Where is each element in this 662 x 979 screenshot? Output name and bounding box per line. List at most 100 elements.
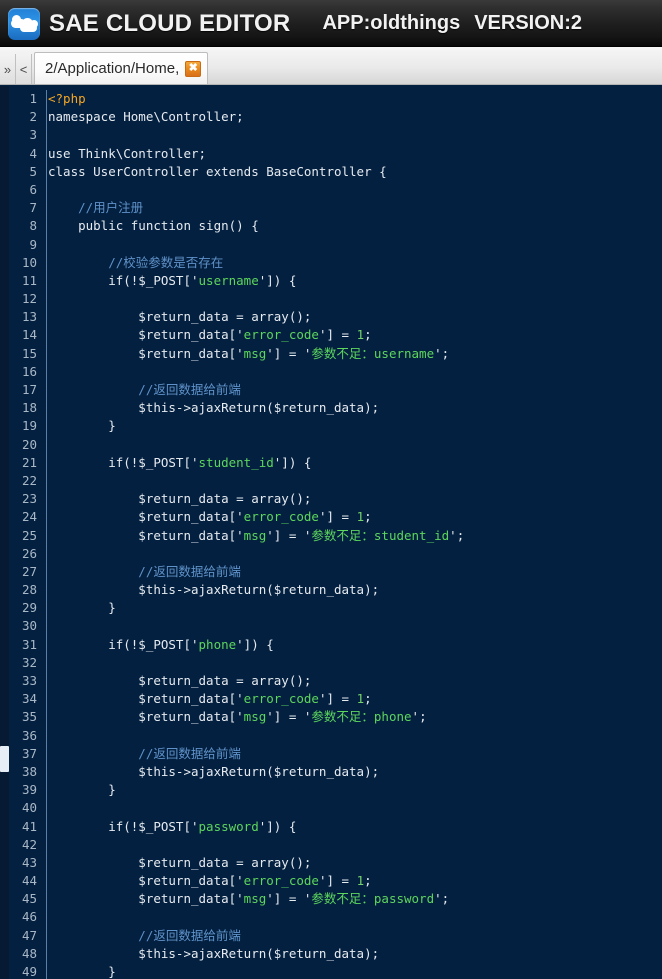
code-line[interactable]: 2 namespace Home\Controller;	[9, 108, 662, 126]
code-line[interactable]: 19 }	[9, 417, 662, 435]
tab-application-home[interactable]: 2/Application/Home, ✖	[34, 52, 209, 84]
line-number: 27	[21, 563, 37, 579]
code-token-str: 参数不足：student_id	[311, 527, 450, 543]
code-line[interactable]: 6	[9, 181, 662, 199]
line-number: 15	[21, 345, 37, 361]
app-title: SAE CLOUD EDITOR	[49, 9, 291, 37]
code-line-text: //校验参数是否存在	[42, 254, 223, 272]
line-number: 21	[21, 454, 37, 470]
code-line[interactable]: 40	[9, 799, 662, 817]
code-token-str: msg	[243, 527, 267, 543]
code-line[interactable]: 39 }	[9, 781, 662, 799]
code-line[interactable]: 9	[9, 236, 662, 254]
code-line[interactable]: 13 $return_data = array();	[9, 308, 662, 326]
code-token-plain: $return_data = array();	[48, 673, 312, 688]
code-token-com: //返回数据给前端	[48, 382, 241, 397]
line-number: 20	[21, 436, 37, 452]
code-line[interactable]: 20	[9, 436, 662, 454]
code-editor[interactable]: 1 <?php 2 namespace Home\Controller; 3 4 use T…	[0, 86, 662, 979]
code-token-str: msg	[243, 891, 267, 907]
line-number: 18	[21, 400, 37, 416]
code-line[interactable]: 25 $return_data['msg'] = '参数不足：student_i…	[9, 527, 662, 545]
code-token-str: error_code	[243, 691, 319, 707]
line-number: 25	[21, 527, 37, 543]
code-line[interactable]: 36	[9, 727, 662, 745]
code-token-plain: ';	[449, 527, 465, 543]
code-line[interactable]: 37 //返回数据给前端	[9, 745, 662, 763]
code-line[interactable]: 24 $return_data['error_code'] = 1;	[9, 508, 662, 526]
code-line[interactable]: 32	[9, 654, 662, 672]
code-token-plain: ']) {	[273, 454, 312, 470]
code-line[interactable]: 38 $this->ajaxReturn($return_data);	[9, 763, 662, 781]
code-line[interactable]: 41 if(!$_POST['password']) {	[9, 818, 662, 836]
code-token-com: //返回数据给前端	[48, 563, 241, 579]
editor-scrollbar-thumb[interactable]	[0, 746, 9, 772]
previous-tab-icon[interactable]: <	[16, 54, 32, 84]
code-line[interactable]: 3	[9, 126, 662, 144]
code-line[interactable]: 35 $return_data['msg'] = '参数不足：phone';	[9, 708, 662, 726]
line-number: 13	[21, 309, 37, 325]
code-line[interactable]: 47 //返回数据给前端	[9, 927, 662, 945]
code-token-plain: ';	[434, 891, 450, 907]
code-token-plain: }	[48, 418, 116, 434]
code-token-plain: '] =	[318, 873, 357, 889]
close-icon[interactable]: ✖	[185, 60, 202, 77]
code-token-plain: ']) {	[236, 636, 274, 652]
code-line[interactable]: 48 $this->ajaxReturn($return_data);	[9, 945, 662, 963]
code-line[interactable]: 42	[9, 836, 662, 854]
code-line[interactable]: 30	[9, 617, 662, 635]
code-line[interactable]: 46	[9, 908, 662, 926]
code-line-text: namespace Home\Controller;	[42, 108, 244, 126]
code-token-plain: '] = '	[266, 527, 312, 543]
code-line[interactable]: 33 $return_data = array();	[9, 672, 662, 690]
code-line[interactable]: 22	[9, 472, 662, 490]
code-line-text: $return_data = array();	[42, 308, 311, 326]
line-number: 39	[21, 782, 37, 798]
code-line[interactable]: 17 //返回数据给前端	[9, 381, 662, 399]
code-line[interactable]: 10 //校验参数是否存在	[9, 254, 662, 272]
code-line-text: }	[42, 417, 116, 435]
code-line[interactable]: 12	[9, 290, 662, 308]
code-token-com: //用户注册	[48, 200, 144, 216]
code-token-str: username	[198, 272, 259, 288]
code-line[interactable]: 7 //用户注册	[9, 199, 662, 217]
code-token-plain: $return_data['	[48, 345, 244, 361]
code-token-str: password	[198, 818, 259, 834]
code-lines-container[interactable]: 1 <?php 2 namespace Home\Controller; 3 4 use T…	[9, 90, 662, 979]
code-line[interactable]: 27 //返回数据给前端	[9, 563, 662, 581]
code-line[interactable]: 14 $return_data['error_code'] = 1;	[9, 326, 662, 344]
editor-scrollbar[interactable]	[0, 86, 9, 979]
expand-tabs-icon[interactable]: »	[0, 54, 16, 84]
code-line[interactable]: 26	[9, 545, 662, 563]
code-token-plain: '] = '	[266, 891, 312, 907]
code-line[interactable]: 8 public function sign() {	[9, 217, 662, 235]
line-number: 34	[21, 691, 37, 707]
code-line[interactable]: 28 $this->ajaxReturn($return_data);	[9, 581, 662, 599]
code-line[interactable]: 21 if(!$_POST['student_id']) {	[9, 454, 662, 472]
code-line-text: //返回数据给前端	[42, 563, 241, 581]
code-line-text: $return_data['error_code'] = 1;	[42, 690, 371, 708]
code-line-text: $return_data['msg'] = '参数不足：phone';	[42, 708, 426, 726]
code-token-com: //校验参数是否存在	[48, 254, 224, 270]
code-token-plain: '] =	[318, 509, 357, 525]
code-line[interactable]: 11 if(!$_POST['username']) {	[9, 272, 662, 290]
code-line[interactable]: 5 class UserController extends BaseContro…	[9, 163, 662, 181]
code-line[interactable]: 18 $this->ajaxReturn($return_data);	[9, 399, 662, 417]
code-line-text: $this->ajaxReturn($return_data);	[42, 399, 379, 417]
code-line[interactable]: 15 $return_data['msg'] = '参数不足：username'…	[9, 345, 662, 363]
code-token-plain: use Think\Controller;	[48, 145, 207, 161]
code-line[interactable]: 1 <?php	[9, 90, 662, 108]
code-line[interactable]: 29 }	[9, 599, 662, 617]
line-number: 7	[29, 200, 37, 216]
code-line[interactable]: 4 use Think\Controller;	[9, 145, 662, 163]
line-number: 45	[21, 891, 37, 907]
code-line[interactable]: 45 $return_data['msg'] = '参数不足：password'…	[9, 890, 662, 908]
code-line[interactable]: 31 if(!$_POST['phone']) {	[9, 636, 662, 654]
code-line[interactable]: 49 }	[9, 963, 662, 979]
code-line[interactable]: 23 $return_data = array();	[9, 490, 662, 508]
line-number: 44	[21, 873, 37, 889]
code-line[interactable]: 34 $return_data['error_code'] = 1;	[9, 690, 662, 708]
code-line[interactable]: 43 $return_data = array();	[9, 854, 662, 872]
code-line[interactable]: 16	[9, 363, 662, 381]
code-line[interactable]: 44 $return_data['error_code'] = 1;	[9, 872, 662, 890]
